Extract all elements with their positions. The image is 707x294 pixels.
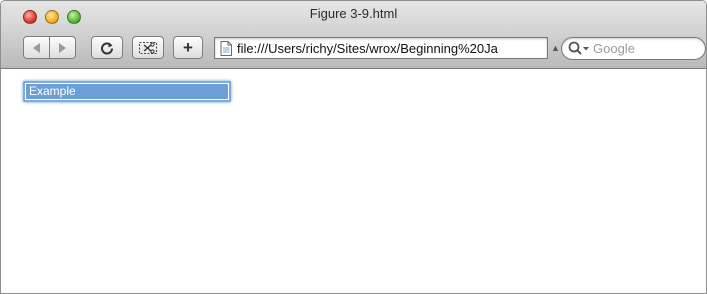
search-icon [568,41,589,55]
plus-icon: + [183,37,193,57]
search-placeholder: Google [593,41,635,56]
snapback-icon[interactable]: ▲ [551,43,560,53]
document-icon [220,40,232,56]
reload-button[interactable] [91,36,123,59]
forward-arrow-icon [59,42,66,53]
back-button[interactable] [23,36,50,59]
search-field[interactable]: Google [561,37,706,60]
reload-icon [101,42,113,54]
address-url: file:///Users/richy/Sites/wrox/Beginning… [237,40,498,56]
toolbar: Figure 3-9.html + file:///Users/richy/Si… [1,1,706,69]
window-title: Figure 3-9.html [309,6,398,21]
clip-button[interactable] [132,36,164,59]
page-content: Example [1,70,706,293]
forward-button[interactable] [49,36,76,59]
selected-input-text: Example [26,84,228,99]
address-bar[interactable]: file:///Users/richy/Sites/wrox/Beginning… [214,37,548,59]
clip-icon [139,41,157,54]
example-text-input[interactable]: Example [23,81,231,102]
add-bookmark-button[interactable]: + [173,36,203,59]
browser-window: Figure 3-9.html + file:///Users/richy/Si… [0,0,707,294]
back-arrow-icon [33,42,40,53]
